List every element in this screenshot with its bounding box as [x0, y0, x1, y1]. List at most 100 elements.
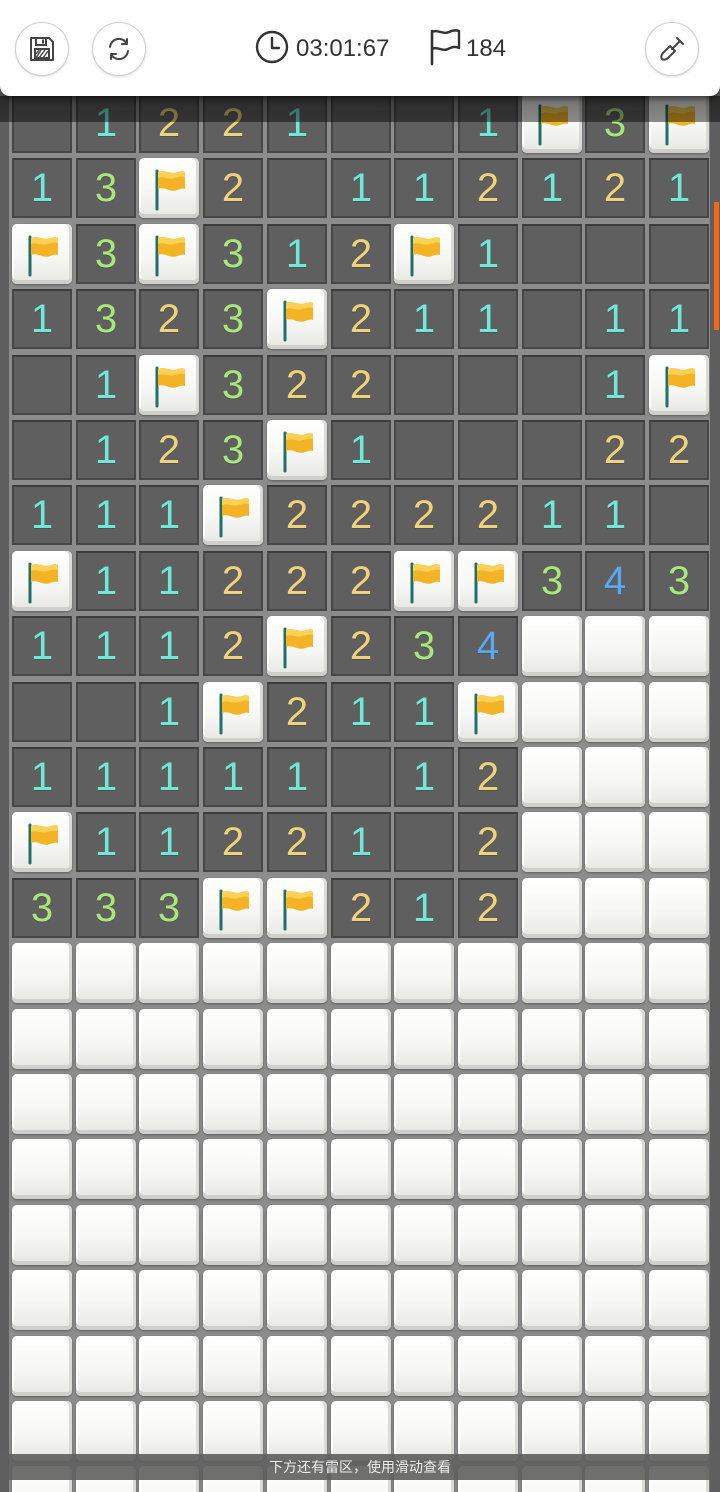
covered-cell[interactable] — [76, 1009, 136, 1069]
covered-cell[interactable] — [12, 1205, 72, 1265]
covered-cell[interactable] — [139, 1401, 199, 1461]
covered-cell[interactable] — [203, 1139, 263, 1199]
covered-cell[interactable] — [585, 1009, 645, 1069]
covered-cell[interactable] — [203, 943, 263, 1003]
covered-cell[interactable] — [76, 943, 136, 1003]
covered-cell[interactable] — [522, 682, 582, 742]
covered-cell[interactable] — [649, 812, 709, 872]
number-cell[interactable]: 2 — [203, 812, 263, 872]
covered-cell[interactable] — [267, 1336, 327, 1396]
empty-cell[interactable] — [522, 224, 582, 284]
covered-cell[interactable] — [331, 1139, 391, 1199]
covered-cell[interactable] — [12, 943, 72, 1003]
flagged-cell[interactable] — [394, 551, 454, 611]
number-cell[interactable]: 1 — [267, 224, 327, 284]
number-cell[interactable]: 1 — [12, 289, 72, 349]
covered-cell[interactable] — [649, 878, 709, 938]
covered-cell[interactable] — [76, 1270, 136, 1330]
flagged-cell[interactable] — [139, 224, 199, 284]
covered-cell[interactable] — [203, 1401, 263, 1461]
covered-cell[interactable] — [394, 1205, 454, 1265]
covered-cell[interactable] — [522, 616, 582, 676]
covered-cell[interactable] — [649, 1270, 709, 1330]
number-cell[interactable]: 2 — [203, 616, 263, 676]
covered-cell[interactable] — [139, 943, 199, 1003]
covered-cell[interactable] — [522, 1401, 582, 1461]
covered-cell[interactable] — [522, 943, 582, 1003]
empty-cell[interactable] — [522, 289, 582, 349]
covered-cell[interactable] — [585, 812, 645, 872]
covered-cell[interactable] — [522, 1270, 582, 1330]
covered-cell[interactable] — [585, 1074, 645, 1134]
number-cell[interactable]: 2 — [331, 485, 391, 545]
number-cell[interactable]: 2 — [331, 355, 391, 415]
number-cell[interactable]: 1 — [585, 355, 645, 415]
empty-cell[interactable] — [522, 355, 582, 415]
covered-cell[interactable] — [203, 1205, 263, 1265]
number-cell[interactable]: 3 — [76, 878, 136, 938]
number-cell[interactable]: 3 — [203, 355, 263, 415]
covered-cell[interactable] — [267, 943, 327, 1003]
number-cell[interactable]: 1 — [76, 355, 136, 415]
number-cell[interactable]: 2 — [458, 747, 518, 807]
covered-cell[interactable] — [76, 1336, 136, 1396]
empty-cell[interactable] — [331, 747, 391, 807]
number-cell[interactable]: 1 — [331, 158, 391, 218]
number-cell[interactable]: 3 — [76, 158, 136, 218]
number-cell[interactable]: 2 — [267, 355, 327, 415]
covered-cell[interactable] — [267, 1205, 327, 1265]
covered-cell[interactable] — [649, 747, 709, 807]
empty-cell[interactable] — [585, 224, 645, 284]
covered-cell[interactable] — [522, 812, 582, 872]
empty-cell[interactable] — [649, 485, 709, 545]
covered-cell[interactable] — [76, 1401, 136, 1461]
number-cell[interactable]: 2 — [203, 158, 263, 218]
number-cell[interactable]: 1 — [585, 289, 645, 349]
empty-cell[interactable] — [12, 355, 72, 415]
number-cell[interactable]: 2 — [458, 878, 518, 938]
covered-cell[interactable] — [522, 878, 582, 938]
flagged-cell[interactable] — [394, 224, 454, 284]
number-cell[interactable]: 2 — [331, 224, 391, 284]
covered-cell[interactable] — [12, 1336, 72, 1396]
covered-cell[interactable] — [522, 747, 582, 807]
number-cell[interactable]: 1 — [394, 747, 454, 807]
covered-cell[interactable] — [649, 1009, 709, 1069]
number-cell[interactable]: 3 — [394, 616, 454, 676]
empty-cell[interactable] — [12, 682, 72, 742]
number-cell[interactable]: 1 — [76, 812, 136, 872]
number-cell[interactable]: 2 — [458, 812, 518, 872]
covered-cell[interactable] — [522, 1205, 582, 1265]
flagged-cell[interactable] — [12, 224, 72, 284]
covered-cell[interactable] — [585, 616, 645, 676]
empty-cell[interactable] — [394, 812, 454, 872]
covered-cell[interactable] — [203, 1336, 263, 1396]
restart-button[interactable] — [92, 22, 146, 76]
empty-cell[interactable] — [12, 420, 72, 480]
number-cell[interactable]: 1 — [139, 485, 199, 545]
covered-cell[interactable] — [331, 943, 391, 1003]
covered-cell[interactable] — [203, 1009, 263, 1069]
number-cell[interactable]: 1 — [649, 289, 709, 349]
covered-cell[interactable] — [394, 1336, 454, 1396]
number-cell[interactable]: 2 — [331, 551, 391, 611]
covered-cell[interactable] — [522, 1139, 582, 1199]
covered-cell[interactable] — [267, 1009, 327, 1069]
covered-cell[interactable] — [12, 1270, 72, 1330]
number-cell[interactable]: 1 — [331, 420, 391, 480]
number-cell[interactable]: 1 — [203, 747, 263, 807]
covered-cell[interactable] — [331, 1009, 391, 1069]
number-cell[interactable]: 1 — [139, 682, 199, 742]
flagged-cell[interactable] — [267, 420, 327, 480]
number-cell[interactable]: 2 — [331, 878, 391, 938]
covered-cell[interactable] — [649, 1074, 709, 1134]
covered-cell[interactable] — [585, 682, 645, 742]
number-cell[interactable]: 1 — [394, 878, 454, 938]
empty-cell[interactable] — [458, 355, 518, 415]
covered-cell[interactable] — [649, 1205, 709, 1265]
number-cell[interactable]: 1 — [394, 289, 454, 349]
number-cell[interactable]: 1 — [76, 551, 136, 611]
number-cell[interactable]: 2 — [394, 485, 454, 545]
number-cell[interactable]: 2 — [458, 158, 518, 218]
covered-cell[interactable] — [76, 1074, 136, 1134]
